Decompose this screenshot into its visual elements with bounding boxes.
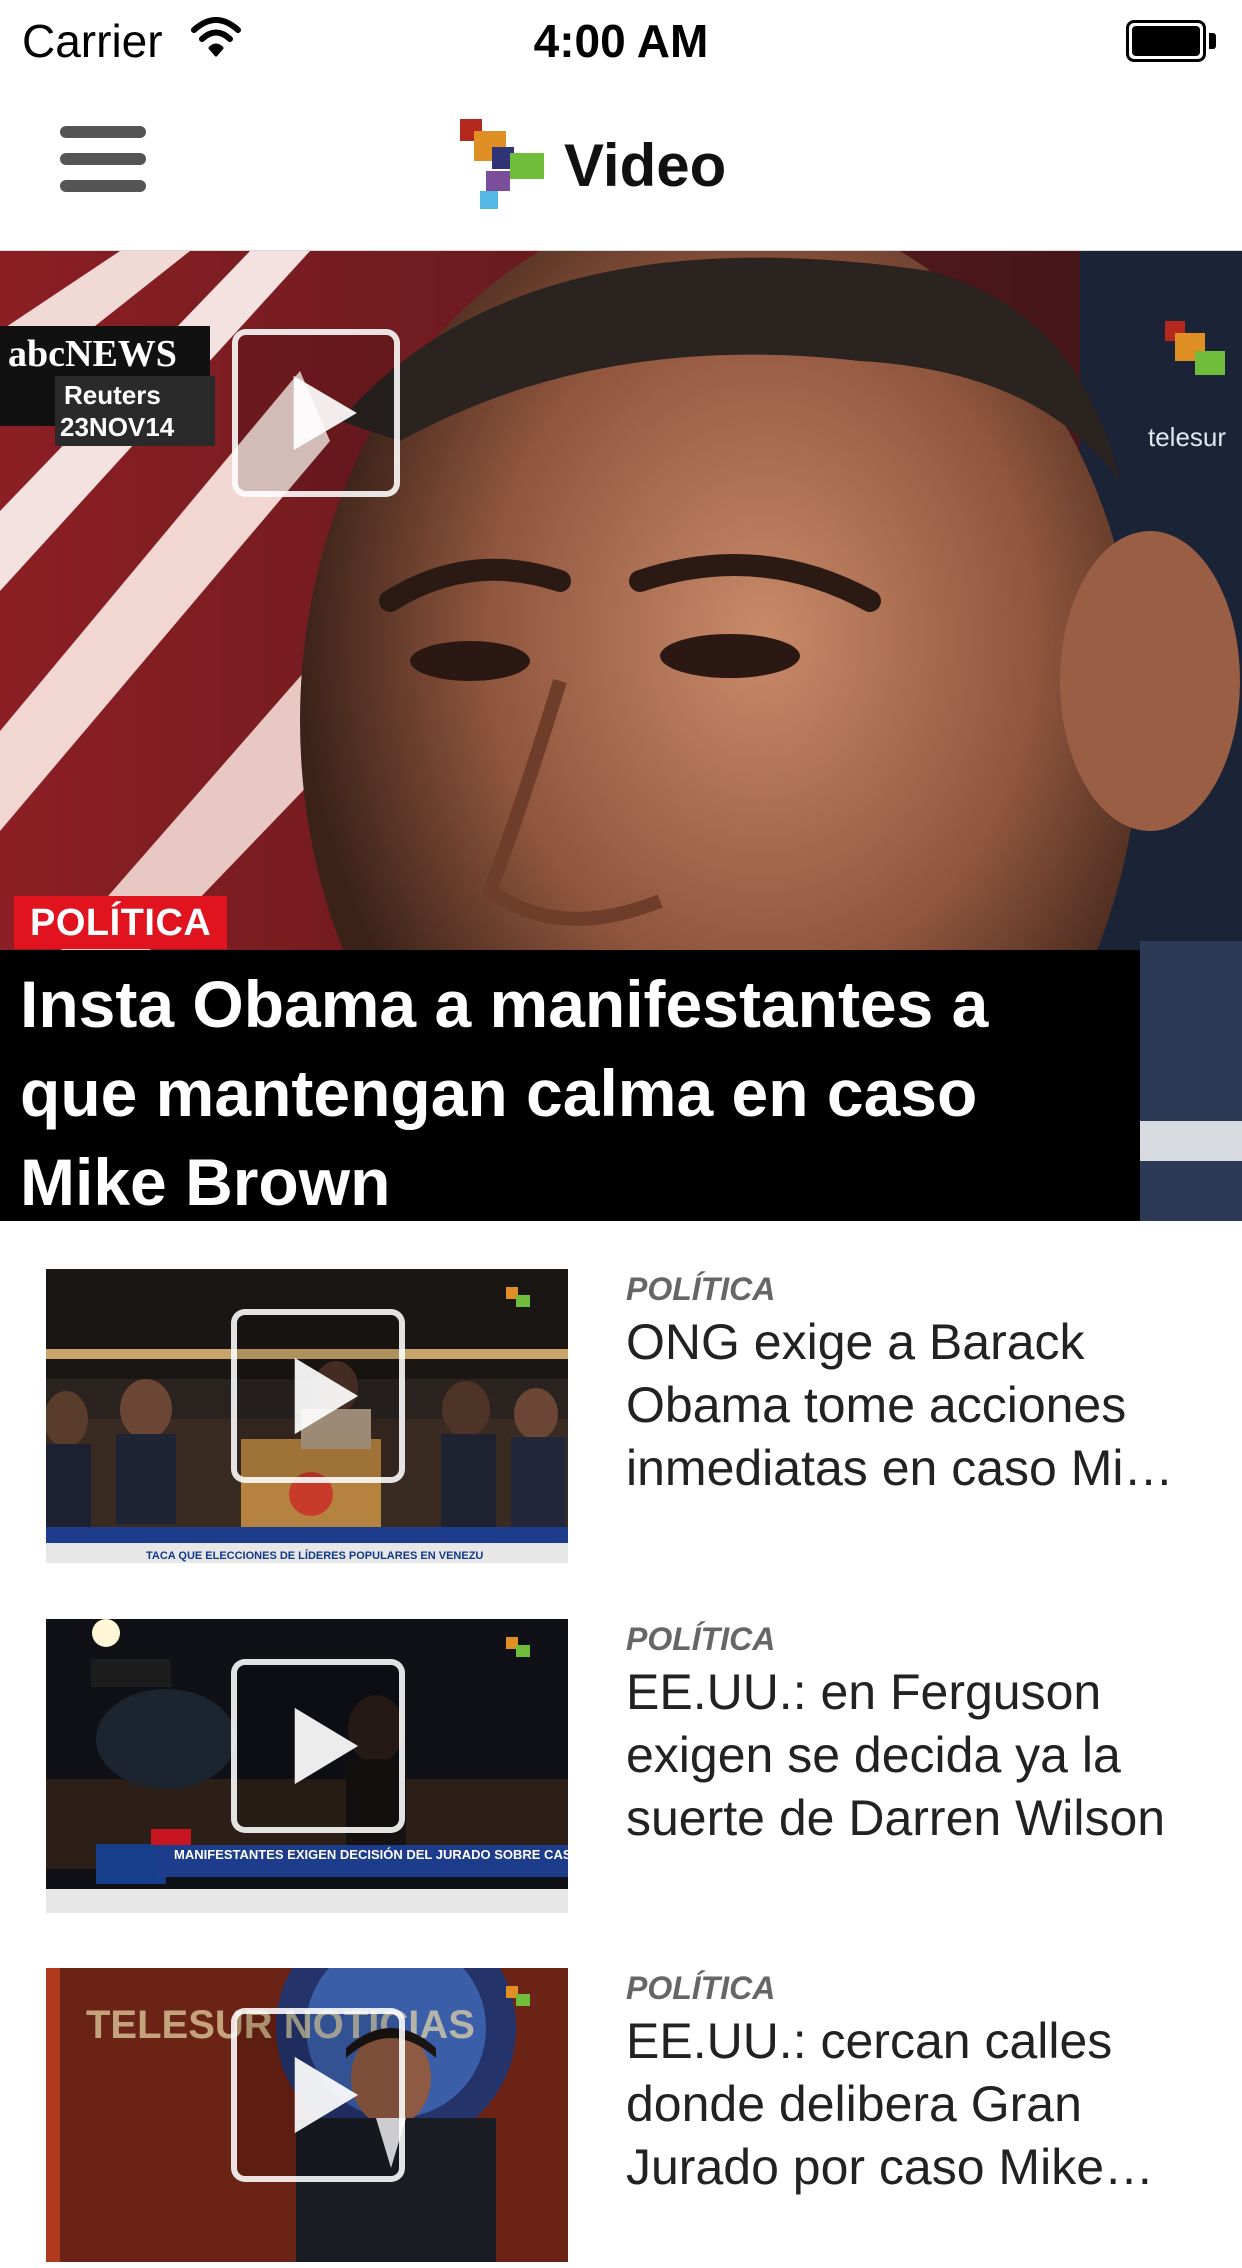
video-thumbnail[interactable]: TELESUR NOTICIAS: [46, 1968, 568, 2262]
play-icon: [294, 1707, 359, 1785]
item-category: POLÍTICA: [626, 1621, 776, 1657]
play-icon: [293, 375, 357, 451]
svg-text:telesur: telesur: [1148, 422, 1226, 452]
item-title[interactable]: EE.UU.: en Ferguson exigen se decida ya …: [626, 1661, 1206, 1850]
status-bar: Carrier 4:00 AM: [0, 0, 1242, 84]
telesur-logo-icon: [460, 119, 544, 209]
network-logo: abcNEWS: [8, 333, 177, 375]
play-button[interactable]: [231, 1659, 405, 1833]
item-text: POLÍTICA ONG exige a Barack Obama tome a…: [626, 1269, 1206, 1500]
nav-title-group: Video: [460, 110, 726, 220]
hero-play-button[interactable]: [232, 329, 400, 497]
play-icon: [294, 1357, 359, 1435]
svg-text:Reuters: Reuters: [64, 380, 161, 410]
video-thumbnail[interactable]: MANIFESTANTES EXIGEN DECISIÓN DEL JURADO…: [46, 1619, 568, 1913]
battery-icon: [1126, 20, 1216, 62]
play-button[interactable]: [231, 2008, 405, 2182]
item-title[interactable]: EE.UU.: cercan calles donde delibera Gra…: [626, 2010, 1206, 2199]
hero-category-badge[interactable]: POLÍTICA: [14, 896, 228, 949]
item-category: POLÍTICA: [626, 1970, 776, 2006]
page-title: Video: [564, 131, 727, 199]
list-item[interactable]: MANIFESTANTES EXIGEN DECISIÓN DEL JURADO…: [0, 1619, 1242, 1919]
thumbnail-ticker: TACA QUE ELECCIONES DE LÍDERES POPULARES…: [146, 1549, 483, 1562]
play-button[interactable]: [231, 1309, 405, 1483]
item-title[interactable]: ONG exige a Barack Obama tome acciones i…: [626, 1311, 1206, 1500]
play-icon: [294, 2056, 359, 2134]
list-item[interactable]: TACA QUE ELECCIONES DE LÍDERES POPULARES…: [0, 1269, 1242, 1569]
thumbnail-ticker: MANIFESTANTES EXIGEN DECISIÓN DEL JURADO…: [174, 1847, 568, 1862]
clock: 4:00 AM: [533, 15, 709, 67]
item-text: POLÍTICA EE.UU.: cercan calles donde del…: [626, 1968, 1206, 2199]
navigation-bar: Video: [0, 84, 1242, 252]
item-category: POLÍTICA: [626, 1271, 776, 1307]
item-text: POLÍTICA EE.UU.: en Ferguson exigen se d…: [626, 1619, 1206, 1850]
hero-video-card[interactable]: abcNEWS Reuters 23NOV14 telesur POLÍTICA…: [0, 251, 1242, 1221]
hero-headline[interactable]: Insta Obama a manifestantes a que manten…: [0, 950, 1140, 1221]
list-item[interactable]: TELESUR NOTICIAS POLÍTICA EE.UU.: cercan…: [0, 1968, 1242, 2268]
video-thumbnail[interactable]: TACA QUE ELECCIONES DE LÍDERES POPULARES…: [46, 1269, 568, 1563]
hamburger-menu-icon[interactable]: [60, 126, 146, 192]
svg-text:23NOV14: 23NOV14: [60, 412, 175, 442]
